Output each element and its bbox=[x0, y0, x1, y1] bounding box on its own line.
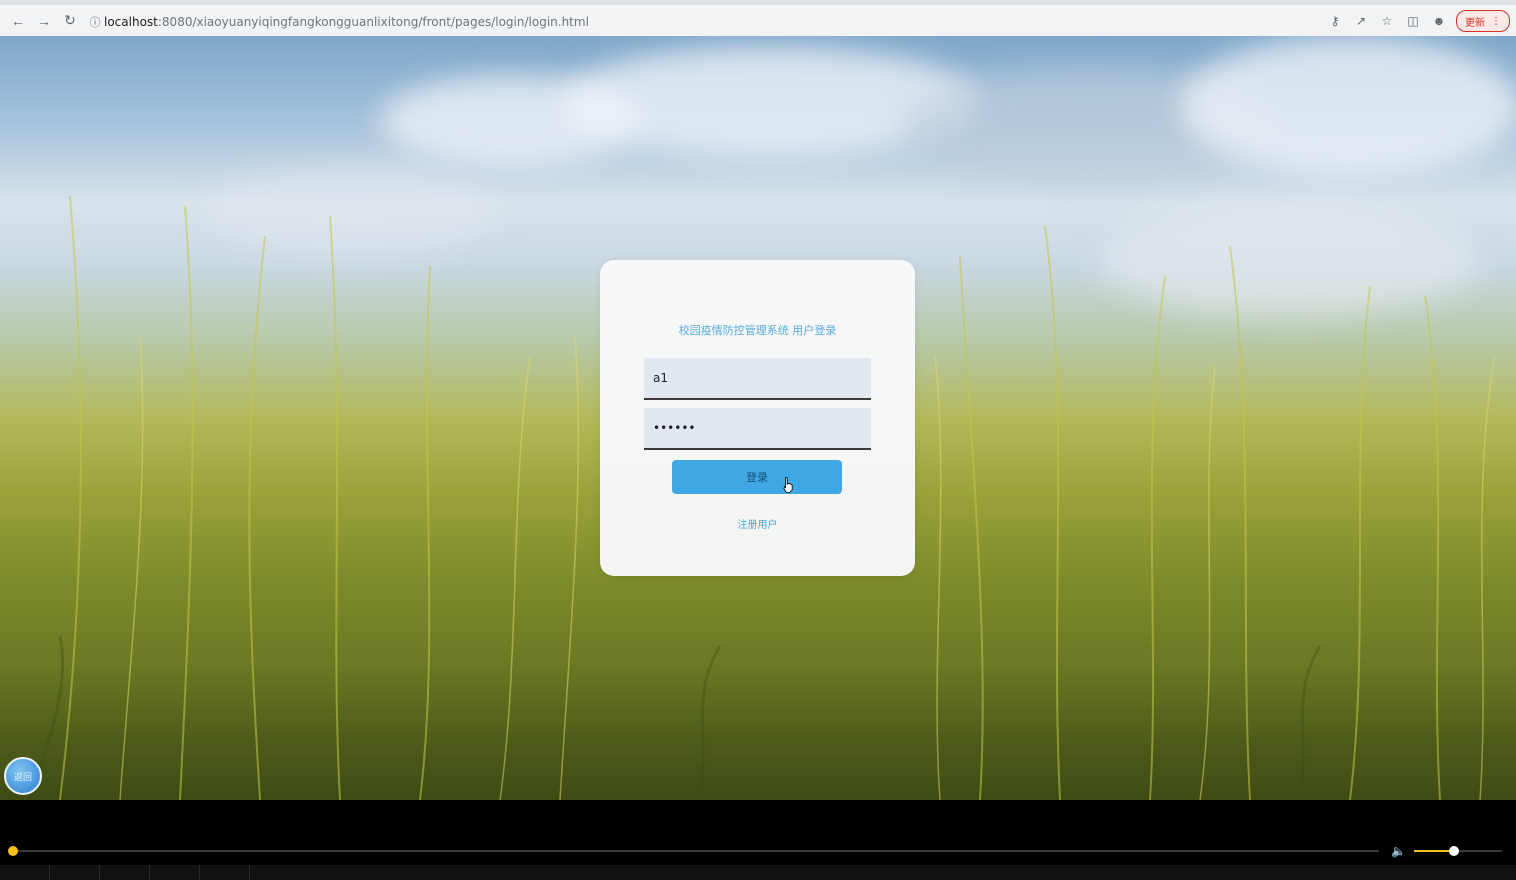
progress-handle[interactable] bbox=[8, 846, 18, 856]
taskbar-slot[interactable] bbox=[100, 865, 150, 880]
password-value: •••••• bbox=[653, 421, 696, 435]
info-icon[interactable]: ⓘ bbox=[86, 14, 104, 30]
url-host: localhost bbox=[104, 15, 158, 29]
update-label: 更新 bbox=[1465, 17, 1485, 29]
volume-icon[interactable]: 🔈 bbox=[1391, 844, 1407, 858]
address-bar[interactable]: ⓘ localhost:8080/xiaoyuanyiqingfangkongg… bbox=[86, 11, 1318, 33]
login-button[interactable]: 登录 bbox=[672, 460, 842, 494]
taskbar-slot[interactable] bbox=[150, 865, 200, 880]
login-card: 校园疫情防控管理系统 用户登录 a1 •••••• 登录 注册用户 bbox=[600, 260, 915, 576]
sidepanel-icon[interactable]: ◫ bbox=[1402, 10, 1424, 32]
share-icon[interactable]: ↗ bbox=[1350, 10, 1372, 32]
toolbar-actions: ⚷ ↗ ☆ ◫ ☻ 更新 ⋮ bbox=[1320, 10, 1510, 32]
float-back-button[interactable]: 返回 bbox=[4, 757, 42, 795]
password-field[interactable]: •••••• bbox=[644, 408, 871, 450]
hand-cursor-icon bbox=[783, 477, 793, 493]
progress-track[interactable] bbox=[13, 850, 1379, 852]
register-link[interactable]: 注册用户 bbox=[600, 516, 915, 531]
taskbar-slot[interactable] bbox=[0, 865, 50, 880]
update-button[interactable]: 更新 ⋮ bbox=[1456, 10, 1510, 32]
video-player-controls: 🔈 bbox=[0, 800, 1516, 880]
register-link-label: 注册用户 bbox=[737, 520, 778, 531]
key-icon[interactable]: ⚷ bbox=[1324, 10, 1346, 32]
volume-fill bbox=[1414, 850, 1454, 852]
taskbar-slot[interactable] bbox=[200, 865, 250, 880]
username-field[interactable]: a1 bbox=[644, 358, 871, 400]
profile-icon[interactable]: ☻ bbox=[1428, 10, 1450, 32]
login-title: 校园疫情防控管理系统 用户登录 bbox=[678, 324, 837, 337]
taskbar-slot[interactable] bbox=[50, 865, 100, 880]
menu-icon[interactable]: ⋮ bbox=[1491, 16, 1501, 27]
page-background: 校园疫情防控管理系统 用户登录 a1 •••••• 登录 注册用户 返回 bbox=[0, 36, 1516, 800]
login-button-label: 登录 bbox=[746, 471, 768, 484]
reload-icon[interactable]: ↻ bbox=[58, 9, 82, 33]
browser-toolbar: ← → ↻ ⓘ localhost:8080/xiaoyuanyiqingfan… bbox=[0, 0, 1516, 36]
volume-handle[interactable] bbox=[1448, 846, 1459, 856]
username-value: a1 bbox=[653, 371, 668, 385]
url-path: :8080/xiaoyuanyiqingfangkongguanlixitong… bbox=[157, 15, 589, 29]
forward-icon[interactable]: → bbox=[32, 9, 56, 33]
taskbar-strip bbox=[0, 865, 1516, 880]
float-back-label: 返回 bbox=[13, 772, 32, 783]
star-icon[interactable]: ☆ bbox=[1376, 10, 1398, 32]
back-icon[interactable]: ← bbox=[6, 9, 30, 33]
